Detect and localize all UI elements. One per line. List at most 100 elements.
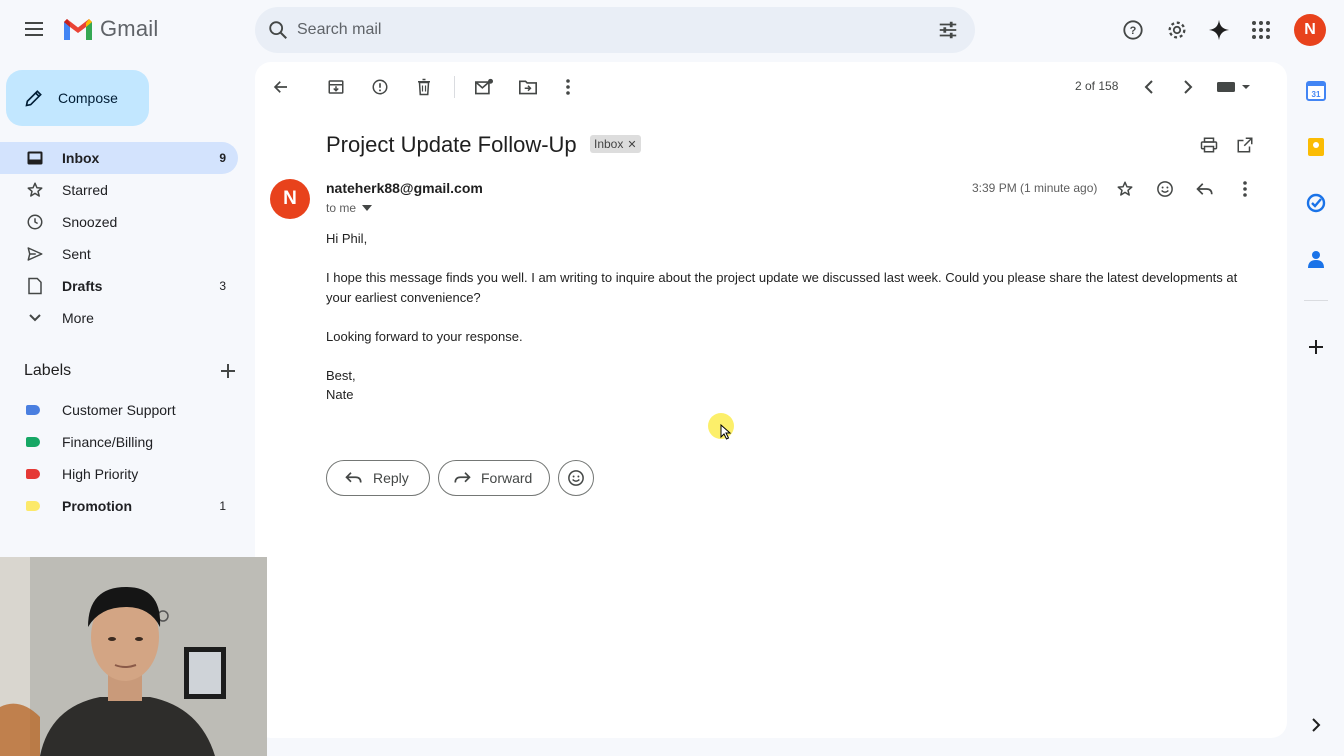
body-paragraph: I hope this message finds you well. I am… — [326, 270, 1238, 305]
tasks-icon[interactable] — [1304, 191, 1328, 215]
contacts-icon[interactable] — [1304, 247, 1328, 271]
trash-icon[interactable] — [413, 76, 435, 98]
message-more-vertical-icon[interactable] — [1234, 178, 1256, 200]
toolbar-divider — [454, 76, 455, 98]
archive-icon[interactable] — [325, 76, 347, 98]
reply-label: Reply — [373, 470, 409, 486]
side-panel-divider — [1304, 300, 1328, 301]
remove-label-close-icon[interactable]: ✕ — [627, 138, 636, 151]
newer-chevron-left-icon[interactable] — [1138, 76, 1160, 98]
back-arrow-icon[interactable] — [270, 76, 292, 98]
label-name: Promotion — [62, 498, 132, 514]
apps-grid-icon[interactable] — [1249, 18, 1273, 42]
search-options-icon[interactable] — [937, 19, 959, 41]
mouse-pointer-icon — [720, 424, 732, 440]
inbox-label-chip[interactable]: Inbox ✕ — [590, 135, 641, 153]
label-tag-icon — [26, 405, 40, 415]
recipient-details[interactable]: to me — [326, 201, 373, 215]
pencil-icon — [25, 90, 42, 107]
send-icon — [26, 245, 44, 263]
webcam-overlay — [0, 557, 267, 756]
gmail-logo-icon — [64, 19, 92, 40]
account-avatar[interactable]: N — [1294, 14, 1326, 46]
pagination-text: 2 of 158 — [1075, 79, 1119, 93]
calendar-icon[interactable]: 31 — [1304, 79, 1328, 103]
labels-header: Labels — [24, 362, 236, 380]
star-icon — [26, 181, 44, 199]
move-to-folder-icon[interactable] — [517, 76, 539, 98]
sidebar-item-label: More — [62, 310, 94, 326]
inbox-count: 9 — [219, 151, 226, 165]
forward-label: Forward — [481, 470, 533, 486]
label-tag-icon — [26, 469, 40, 479]
inbox-chip-text: Inbox — [594, 137, 624, 151]
clock-icon — [26, 213, 44, 231]
recipient-text: to me — [326, 201, 357, 215]
label-item-promotion[interactable]: Promotion 1 — [0, 490, 238, 522]
body-greeting: Hi Phil, — [326, 231, 368, 246]
sidebar-item-snoozed[interactable]: Snoozed — [0, 206, 238, 238]
email-subject: Project Update Follow-Up — [326, 132, 577, 157]
body-paragraph: Looking forward to your response. — [326, 328, 523, 344]
add-label-plus-icon[interactable] — [220, 363, 236, 379]
promotion-count: 1 — [219, 499, 226, 513]
reply-arrow-icon[interactable] — [1194, 178, 1216, 200]
smiley-icon — [568, 470, 584, 486]
sidebar-item-more[interactable]: More — [0, 302, 238, 334]
caret-down-icon — [362, 205, 373, 211]
help-icon[interactable]: ? — [1121, 18, 1145, 42]
svg-text:?: ? — [1130, 25, 1137, 37]
side-panel: 31 — [1290, 62, 1344, 756]
emoji-react-button[interactable] — [558, 460, 594, 496]
label-name: Finance/Billing — [62, 434, 154, 450]
reply-arrow-icon — [345, 471, 363, 485]
label-item-high-priority[interactable]: High Priority — [0, 458, 238, 490]
get-addons-plus-icon[interactable] — [1304, 335, 1328, 359]
sidebar-item-label: Snoozed — [62, 214, 118, 230]
compose-label: Compose — [58, 90, 118, 106]
email-timestamp: 3:39 PM (1 minute ago) — [972, 181, 1098, 195]
emoji-reaction-icon[interactable] — [1154, 178, 1176, 200]
sidebar-item-sent[interactable]: Sent — [0, 238, 238, 270]
compose-button[interactable]: Compose — [6, 70, 149, 126]
sidebar-item-drafts[interactable]: Drafts 3 — [0, 270, 238, 302]
gmail-logo[interactable]: Gmail — [62, 16, 158, 42]
sidebar-item-label: Drafts — [62, 278, 103, 294]
svg-text:31: 31 — [1312, 90, 1321, 99]
expand-panel-chevron-icon[interactable] — [1304, 713, 1328, 737]
label-tag-icon — [26, 501, 40, 511]
report-spam-icon[interactable] — [369, 76, 391, 98]
sidebar-item-label: Sent — [62, 246, 91, 262]
star-message-icon[interactable] — [1114, 178, 1136, 200]
webcam-person-image — [0, 557, 267, 756]
keep-notes-icon[interactable] — [1304, 135, 1328, 159]
gemini-sparkle-icon[interactable] — [1207, 18, 1231, 42]
sidebar-item-inbox[interactable]: Inbox 9 — [0, 142, 238, 174]
older-chevron-right-icon[interactable] — [1177, 76, 1199, 98]
search-bar[interactable] — [255, 7, 975, 53]
forward-button[interactable]: Forward — [438, 460, 550, 496]
body-signoff: Best, — [326, 367, 356, 383]
sidebar-item-label: Inbox — [62, 150, 100, 166]
label-tag-icon — [26, 437, 40, 447]
label-item-finance-billing[interactable]: Finance/Billing — [0, 426, 238, 458]
draft-icon — [26, 277, 44, 295]
input-tools-keyboard-icon[interactable] — [1215, 76, 1251, 98]
more-vertical-icon[interactable] — [557, 76, 579, 98]
main-menu-button[interactable] — [22, 18, 46, 42]
search-icon[interactable] — [267, 19, 289, 41]
inbox-icon — [26, 149, 44, 167]
reply-button[interactable]: Reply — [326, 460, 430, 496]
settings-gear-icon[interactable] — [1165, 18, 1189, 42]
sender-avatar[interactable]: N — [270, 179, 310, 219]
mark-unread-icon[interactable] — [473, 76, 495, 98]
label-item-customer-support[interactable]: Customer Support — [0, 394, 238, 426]
search-input[interactable] — [297, 15, 897, 45]
sidebar-item-starred[interactable]: Starred — [0, 174, 238, 206]
forward-arrow-icon — [453, 471, 471, 485]
open-new-window-icon[interactable] — [1234, 134, 1256, 156]
drafts-count: 3 — [219, 279, 226, 293]
print-icon[interactable] — [1198, 134, 1220, 156]
chevron-down-icon — [26, 309, 44, 327]
sender-email[interactable]: nateherk88@gmail.com — [326, 180, 483, 196]
